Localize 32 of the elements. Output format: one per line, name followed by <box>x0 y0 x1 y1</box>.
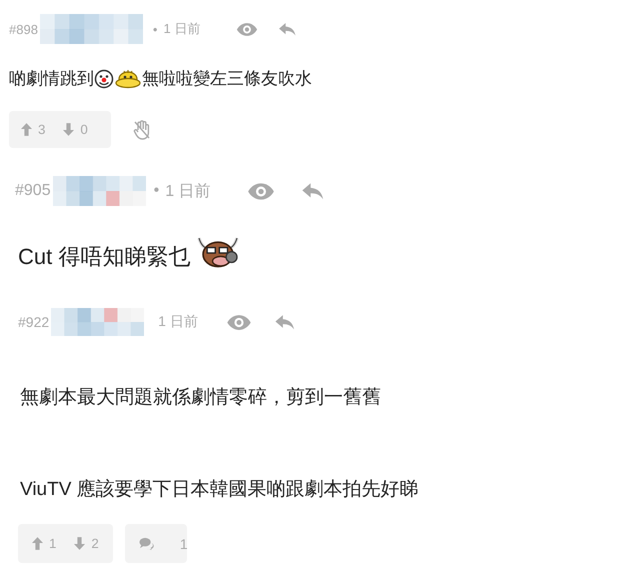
post-number: #922 <box>18 314 50 330</box>
post-text: 無劇本最大問題就係劇情零碎，剪到一舊舊 <box>20 386 381 410</box>
reply-icon[interactable] <box>274 314 296 330</box>
reply-icon[interactable] <box>300 182 325 200</box>
up-arrow-icon <box>21 123 32 136</box>
hand-icon[interactable] <box>133 120 151 140</box>
post-time: 1 日前 <box>163 20 200 38</box>
post-text: ViuTV 應該要學下日本韓國果啲跟劇本拍先好睇 <box>20 478 419 502</box>
post-time: 1 日前 <box>158 313 198 331</box>
downvote-button[interactable]: 2 <box>74 536 99 551</box>
reply-icon[interactable] <box>278 22 298 36</box>
separator-dot: • <box>152 22 158 36</box>
post-text: 啲劇情跳到 <box>9 68 94 90</box>
post-time: 1 日前 <box>165 182 211 202</box>
post-number: #905 <box>15 182 51 200</box>
upvote-button[interactable]: 1 <box>32 536 56 551</box>
comments-button[interactable]: 1 <box>124 524 187 563</box>
down-arrow-icon <box>74 537 86 550</box>
eye-icon[interactable] <box>236 22 258 36</box>
post-text: Cut 得唔知睇緊乜 <box>18 243 190 271</box>
speech-bubbles-icon <box>138 537 154 550</box>
clown-face-icon <box>94 68 114 88</box>
down-arrow-icon <box>63 123 74 136</box>
post-text: 無啦啦變左三條友吹水 <box>142 68 312 90</box>
up-arrow-icon <box>32 537 43 550</box>
post-number: #898 <box>9 22 38 36</box>
eye-icon[interactable] <box>226 314 252 330</box>
separator-dot: • <box>154 182 160 200</box>
upvote-button[interactable]: 3 <box>21 122 46 137</box>
downvote-button[interactable]: 0 <box>63 122 88 137</box>
duck-face-icon <box>114 68 142 88</box>
eye-icon[interactable] <box>246 182 275 200</box>
